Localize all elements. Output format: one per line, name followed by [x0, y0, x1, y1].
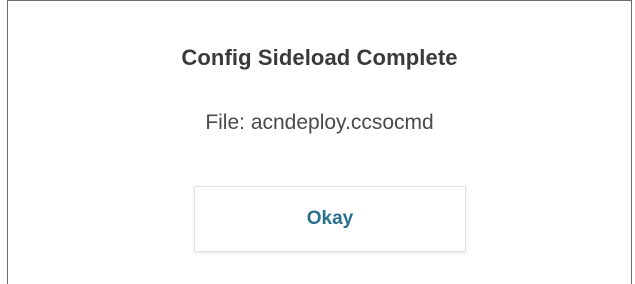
okay-button[interactable]: Okay — [194, 186, 466, 252]
okay-button-label: Okay — [306, 208, 354, 229]
sideload-complete-dialog: Config Sideload Complete File: acndeploy… — [7, 0, 632, 284]
dialog-title: Config Sideload Complete — [181, 45, 458, 70]
file-name-text: File: acndeploy.ccsocmd — [205, 111, 434, 134]
